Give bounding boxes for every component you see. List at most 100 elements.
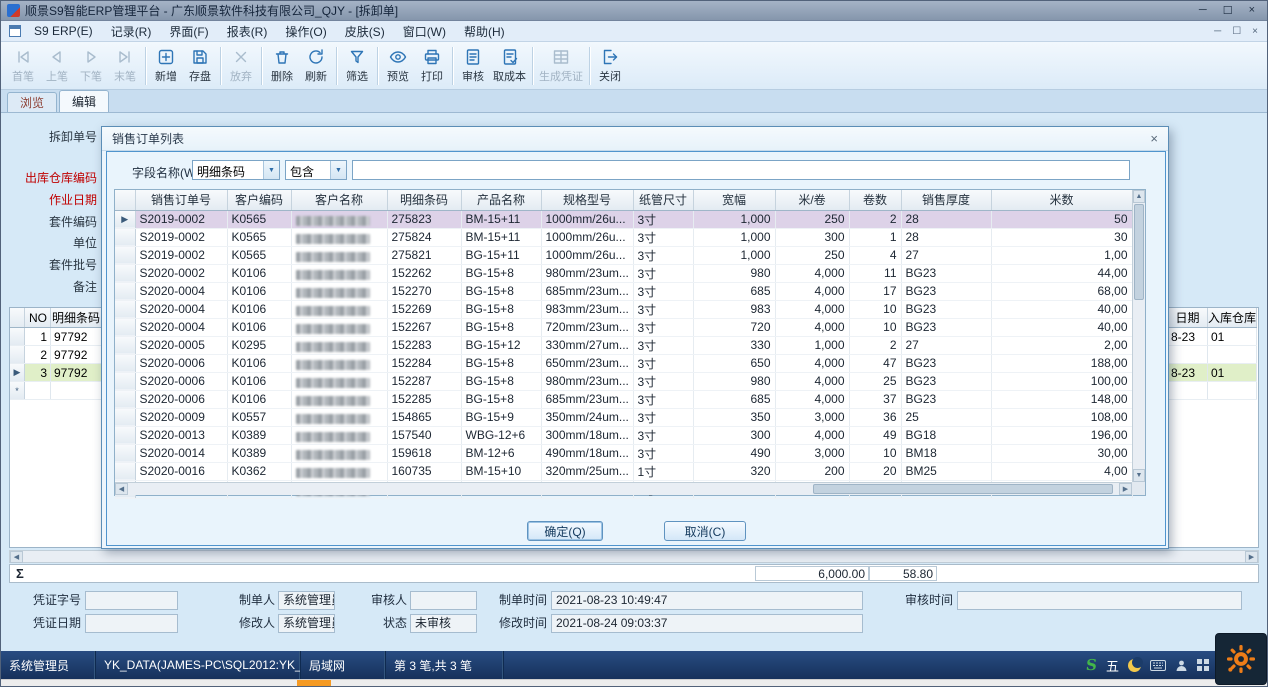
moon-icon[interactable] [1128, 659, 1141, 672]
grid-row[interactable]: S2020-0002K0106152262BG-15+8980mm/23um..… [115, 264, 1132, 282]
column-header[interactable]: 销售订单号 [135, 190, 227, 210]
footer-field[interactable]: 系统管理员 [278, 591, 335, 610]
column-header[interactable]: 米/卷 [775, 190, 849, 210]
toolbar-button-delete[interactable]: 删除 [265, 44, 299, 88]
scroll-up-icon[interactable]: ▲ [1133, 190, 1145, 203]
dialog-title-bar[interactable]: 销售订单列表 × [102, 127, 1168, 151]
chevron-down-icon[interactable]: ▼ [330, 161, 346, 179]
detail-row[interactable]: * [10, 382, 102, 400]
toolbar-button-filter[interactable]: 筛选 [340, 44, 374, 88]
filter-field-select[interactable]: 明细条码 ▼ [192, 160, 280, 180]
footer-field[interactable] [85, 614, 178, 633]
footer-field[interactable]: 2021-08-24 09:03:37 [551, 614, 863, 633]
tab-browse[interactable]: 浏览 [7, 92, 57, 112]
wubi-mode-icon[interactable]: 五 [1106, 656, 1119, 675]
column-header[interactable]: NO [25, 308, 51, 327]
menu-item-6[interactable]: 窗口(W) [394, 21, 455, 41]
filter-operator-select[interactable]: 包含 ▼ [285, 160, 347, 180]
scroll-left-icon[interactable]: ◀ [10, 551, 23, 563]
menu-item-2[interactable]: 界面(F) [160, 21, 217, 41]
column-header[interactable]: 日期 [1168, 308, 1208, 327]
column-header[interactable]: 客户名称 [291, 190, 387, 210]
assistant-widget[interactable] [1215, 633, 1267, 685]
grid-row[interactable]: S2019-0002K0565275824BM-15+111000mm/26u.… [115, 228, 1132, 246]
grid-row[interactable]: S2020-0014K0389159618BM-12+6490mm/18um..… [115, 444, 1132, 462]
grid-row[interactable]: S2020-0006K0106152287BG-15+8980mm/23um..… [115, 372, 1132, 390]
child-minimize-icon[interactable]: ─ [1214, 26, 1221, 37]
scroll-right-icon[interactable]: ▶ [1245, 551, 1258, 563]
column-header[interactable]: 明细条码 [387, 190, 461, 210]
sogou-input-icon[interactable]: S [1085, 656, 1098, 674]
grid-row[interactable]: S2020-0004K0106152267BG-15+8720mm/23um..… [115, 318, 1132, 336]
grid-row[interactable]: S2020-0006K0106152284BG-15+8650mm/23um..… [115, 354, 1132, 372]
column-header[interactable]: 宽幅 [693, 190, 775, 210]
detail-row[interactable] [1168, 346, 1257, 364]
tab-edit[interactable]: 编辑 [59, 90, 109, 112]
orders-grid-hscrollbar[interactable]: ◀ ▶ [115, 482, 1132, 495]
dialog-close-icon[interactable]: × [1150, 131, 1158, 146]
column-header[interactable]: 入库仓库 [1208, 308, 1257, 327]
orders-grid-vscrollbar[interactable]: ▲ ▼ [1132, 190, 1145, 482]
child-close-icon[interactable]: × [1252, 26, 1258, 37]
detail-row[interactable]: 297792 [10, 346, 102, 364]
menu-grid-icon[interactable] [1197, 659, 1209, 671]
grid-row[interactable]: S2020-0013K0389157540WBG-12+6300mm/18um.… [115, 426, 1132, 444]
toolbar-button-cost[interactable]: 取成本 [490, 44, 529, 88]
menu-item-4[interactable]: 操作(O) [276, 21, 335, 41]
grid-row[interactable]: S2020-0009K0557154865BG-15+9350mm/24um..… [115, 408, 1132, 426]
footer-field[interactable] [85, 591, 178, 610]
column-header[interactable]: 明细条码 [51, 308, 102, 327]
column-header[interactable]: 产品名称 [461, 190, 541, 210]
detail-row[interactable]: 8-2301 [1168, 364, 1257, 382]
grid-row[interactable]: S2020-0006K0106152285BG-15+8685mm/23um..… [115, 390, 1132, 408]
footer-field[interactable]: 系统管理员 [278, 614, 335, 633]
footer-field[interactable]: 2021-08-23 10:49:47 [551, 591, 863, 610]
menu-item-7[interactable]: 帮助(H) [455, 21, 514, 41]
column-header[interactable]: 米数 [991, 190, 1132, 210]
grid-row[interactable]: S2019-0002K0565275821BG-15+111000mm/26u.… [115, 246, 1132, 264]
footer-field[interactable] [957, 591, 1242, 610]
user-icon[interactable] [1175, 659, 1188, 672]
column-header[interactable]: 纸管尺寸 [633, 190, 693, 210]
detail-grid-hscrollbar[interactable]: ◀ ▶ [9, 550, 1259, 563]
toolbar-button-save[interactable]: 存盘 [183, 44, 217, 88]
scroll-right-icon[interactable]: ▶ [1119, 483, 1132, 495]
menu-item-5[interactable]: 皮肤(S) [336, 21, 394, 41]
close-icon[interactable]: × [1249, 4, 1255, 17]
minimize-icon[interactable]: ─ [1199, 4, 1207, 17]
column-header[interactable]: 销售厚度 [901, 190, 991, 210]
toolbar-button-add[interactable]: 新增 [149, 44, 183, 88]
toolbar-button-refresh[interactable]: 刷新 [299, 44, 333, 88]
child-restore-icon[interactable]: ☐ [1232, 26, 1241, 37]
grid-row[interactable]: S2020-0004K0106152269BG-15+8983mm/23um..… [115, 300, 1132, 318]
keyboard-icon[interactable] [1150, 660, 1166, 671]
toolbar-button-print[interactable]: 打印 [415, 44, 449, 88]
cancel-button[interactable]: 取消(C) [664, 521, 746, 541]
menu-item-1[interactable]: 记录(R) [102, 21, 161, 41]
grid-row[interactable]: ▶S2019-0002K0565275823BM-15+111000mm/26u… [115, 210, 1132, 228]
toolbar-button-preview[interactable]: 预览 [381, 44, 415, 88]
filter-search-input[interactable] [352, 160, 1130, 180]
ok-button[interactable]: 确定(Q) [527, 521, 603, 541]
hscroll-thumb[interactable] [813, 484, 1113, 494]
toolbar-button-audit[interactable]: 审核 [456, 44, 490, 88]
detail-row[interactable]: 8-2301 [1168, 328, 1257, 346]
chevron-down-icon[interactable]: ▼ [263, 161, 279, 179]
menu-item-3[interactable]: 报表(R) [218, 21, 277, 41]
grid-row[interactable]: S2020-0016K0362160735BM-15+10320mm/25um.… [115, 462, 1132, 480]
scroll-left-icon[interactable]: ◀ [115, 483, 128, 495]
toolbar-button-close[interactable]: 关闭 [593, 44, 627, 88]
menu-item-0[interactable]: S9 ERP(E) [25, 21, 102, 41]
detail-row[interactable] [1168, 382, 1257, 400]
column-header[interactable]: 客户编码 [227, 190, 291, 210]
vscroll-thumb[interactable] [1134, 204, 1144, 300]
detail-row[interactable]: ▶397792 [10, 364, 102, 382]
scroll-down-icon[interactable]: ▼ [1133, 469, 1145, 482]
grid-row[interactable]: S2020-0004K0106152270BG-15+8685mm/23um..… [115, 282, 1132, 300]
grid-row[interactable]: S2020-0005K0295152283BG-15+12330mm/27um.… [115, 336, 1132, 354]
column-header[interactable]: 卷数 [849, 190, 901, 210]
maximize-icon[interactable]: ☐ [1223, 4, 1233, 17]
child-window-icon[interactable] [9, 25, 21, 37]
detail-row[interactable]: 197792 [10, 328, 102, 346]
column-header[interactable]: 规格型号 [541, 190, 633, 210]
